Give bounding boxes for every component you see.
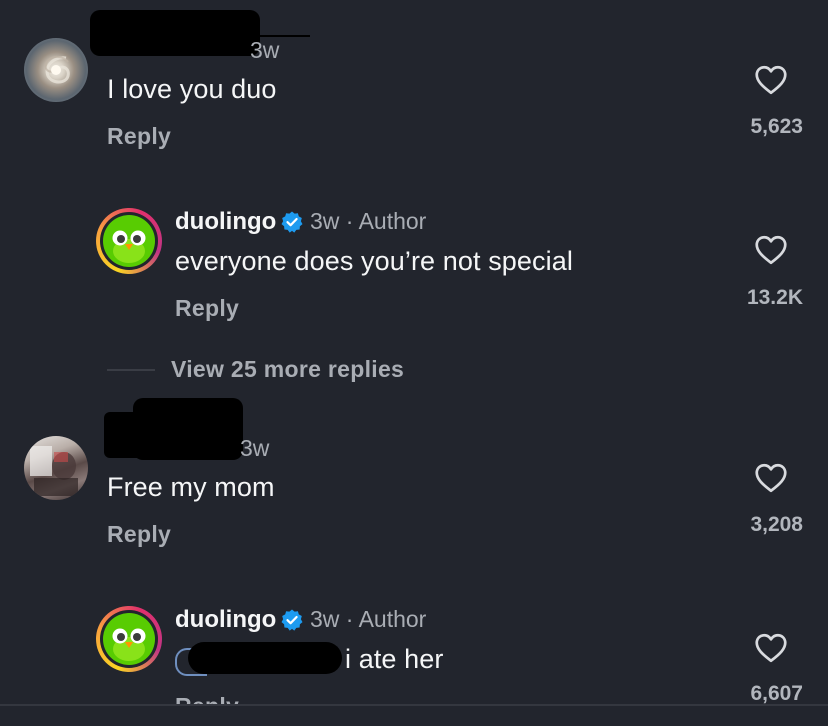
like-count: 3,208	[750, 513, 803, 536]
duolingo-avatar[interactable]	[96, 208, 162, 274]
like-button[interactable]	[753, 62, 789, 103]
comment-time: 3w	[250, 37, 280, 63]
reply-username[interactable]: duolingo	[175, 208, 276, 236]
reply-meta: 3w · Author	[310, 208, 427, 234]
like-count: 13.2K	[746, 286, 803, 309]
redacted-username	[104, 412, 144, 458]
view-more-divider	[107, 369, 155, 371]
duolingo-avatar[interactable]	[96, 606, 162, 672]
heart-icon	[755, 235, 787, 265]
redacted-username	[90, 10, 260, 56]
redacted-mention	[188, 642, 342, 674]
bottom-toolbar	[0, 704, 828, 726]
heart-icon	[755, 463, 787, 493]
heart-icon	[755, 65, 787, 95]
user-avatar[interactable]	[24, 436, 88, 500]
duo-owl-icon	[103, 215, 155, 267]
reply-button[interactable]: Reply	[175, 295, 239, 322]
verified-badge-icon	[280, 608, 304, 637]
like-button[interactable]	[753, 460, 789, 501]
user-avatar[interactable]	[24, 38, 88, 102]
reply-button[interactable]: Reply	[107, 521, 171, 548]
reply-text: i ate her	[345, 644, 444, 674]
reply-username[interactable]: duolingo	[175, 606, 276, 634]
like-count: 5,623	[750, 115, 803, 138]
reply-text: everyone does you’re not special	[175, 246, 573, 276]
like-button[interactable]	[753, 232, 789, 273]
duo-owl-icon	[103, 613, 155, 665]
like-button[interactable]	[753, 630, 789, 671]
comment-text: I love you duo	[107, 74, 277, 104]
reply-meta: 3w · Author	[310, 606, 427, 632]
view-more-replies-button[interactable]: View 25 more replies	[171, 356, 404, 383]
redacted-username	[133, 398, 243, 460]
verified-badge-icon	[280, 210, 304, 239]
comment-time: 3w	[240, 435, 270, 461]
heart-icon	[755, 633, 787, 663]
like-count: 6,607	[750, 682, 803, 705]
comment-text: Free my mom	[107, 472, 275, 502]
reply-button[interactable]: Reply	[107, 123, 171, 150]
